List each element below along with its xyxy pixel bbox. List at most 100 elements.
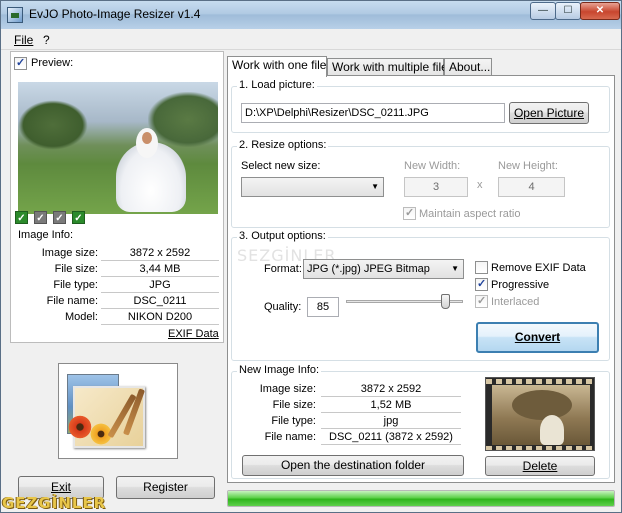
size-select[interactable]: ▼ bbox=[241, 177, 384, 197]
info-key: File type: bbox=[53, 279, 98, 291]
times-label: x bbox=[477, 179, 483, 191]
aspect-ratio-option[interactable]: Maintain aspect ratio bbox=[403, 206, 521, 220]
image-info-table: Image size: 3872 x 2592 File size: 3,44 MB… bbox=[15, 246, 219, 326]
menu-file-label: File bbox=[14, 33, 34, 47]
select-size-label: Select new size: bbox=[241, 160, 321, 172]
interlaced-option[interactable]: Interlaced bbox=[475, 294, 540, 308]
new-image-info-table: Image size: 3872 x 2592 File size: 1,52 MB… bbox=[246, 382, 466, 446]
image-info-label: Image Info: bbox=[18, 229, 74, 241]
app-window: EvJO Photo-Image Resizer v1.4 — ☐ ✕ File… bbox=[0, 0, 622, 513]
app-logo bbox=[58, 363, 178, 459]
convert-button[interactable]: Convert bbox=[476, 322, 599, 353]
info-key: Image size: bbox=[41, 247, 98, 259]
minimize-button[interactable]: — bbox=[530, 2, 556, 20]
progressive-checkbox[interactable] bbox=[475, 277, 488, 291]
tab-multiple-files[interactable]: Work with multiple files bbox=[327, 58, 454, 76]
menu-bar: File ? bbox=[1, 30, 621, 50]
conversion-progress-bar bbox=[227, 490, 615, 507]
window-title: EvJO Photo-Image Resizer v1.4 bbox=[29, 7, 201, 21]
new-info-value: DSC_0211 (3872 x 2592) bbox=[321, 430, 461, 445]
chevron-down-icon: ▼ bbox=[451, 264, 459, 273]
info-row: File name: DSC_0211 bbox=[15, 294, 219, 310]
info-value: 3872 x 2592 bbox=[101, 246, 219, 261]
new-info-key: File size: bbox=[272, 399, 316, 411]
left-panel: Preview: ✓ ✓ ✓ ✓ Image Info: Image size:… bbox=[10, 51, 224, 343]
new-info-row: File name: DSC_0211 (3872 x 2592) bbox=[246, 430, 466, 446]
chevron-down-icon: ▼ bbox=[371, 182, 379, 191]
progress-fill bbox=[228, 491, 614, 506]
info-row: Model: NIKON D200 bbox=[15, 310, 219, 326]
open-picture-button[interactable]: Open Picture bbox=[509, 102, 589, 124]
delete-button-label: Delete bbox=[522, 459, 558, 473]
progressive-label: Progressive bbox=[491, 278, 550, 291]
new-info-value: jpg bbox=[321, 414, 461, 429]
load-picture-title: 1. Load picture: bbox=[237, 79, 317, 91]
new-height-label: New Height: bbox=[498, 160, 558, 172]
quality-label: Quality: bbox=[264, 301, 302, 313]
remove-exif-label: Remove EXIF Data bbox=[491, 261, 586, 274]
menu-help[interactable]: ? bbox=[43, 33, 50, 47]
title-bar[interactable]: EvJO Photo-Image Resizer v1.4 — ☐ ✕ bbox=[1, 1, 621, 29]
info-value: JPG bbox=[101, 278, 219, 293]
new-info-value: 1,52 MB bbox=[321, 398, 461, 413]
new-info-key: File name: bbox=[264, 431, 316, 443]
convert-button-label: Convert bbox=[514, 330, 561, 344]
info-value: DSC_0211 bbox=[101, 294, 219, 309]
tab-about[interactable]: About... bbox=[444, 58, 492, 76]
file-path-field[interactable]: D:\XP\Delphi\Resizer\DSC_0211.JPG bbox=[241, 103, 505, 123]
format-select-value: JPG (*.jpg) JPEG Bitmap bbox=[307, 263, 430, 275]
remove-exif-option[interactable]: Remove EXIF Data bbox=[475, 261, 586, 274]
quality-slider-thumb[interactable] bbox=[440, 294, 450, 309]
info-row: File size: 3,44 MB bbox=[15, 262, 219, 278]
photo-check-4[interactable]: ✓ bbox=[72, 211, 85, 224]
aspect-ratio-label: Maintain aspect ratio bbox=[419, 207, 521, 220]
photo-check-row: ✓ ✓ ✓ ✓ bbox=[15, 211, 85, 224]
new-width-label: New Width: bbox=[404, 160, 461, 172]
open-picture-label: Open Picture bbox=[513, 106, 585, 120]
info-key: File name: bbox=[46, 295, 98, 307]
preview-toggle[interactable]: Preview: bbox=[14, 55, 73, 71]
quality-field[interactable]: 85 bbox=[307, 297, 339, 317]
info-key: File size: bbox=[54, 263, 98, 275]
new-info-key: File type: bbox=[271, 415, 316, 427]
menu-file[interactable]: File bbox=[14, 33, 33, 47]
new-width-field[interactable]: 3 bbox=[404, 177, 468, 197]
delete-button[interactable]: Delete bbox=[485, 456, 595, 476]
aspect-ratio-checkbox[interactable] bbox=[403, 206, 416, 220]
tab-one-file[interactable]: Work with one file bbox=[227, 56, 327, 77]
info-row: File type: JPG bbox=[15, 278, 219, 294]
register-button[interactable]: Register bbox=[116, 476, 215, 499]
format-select[interactable]: JPG (*.jpg) JPEG Bitmap ▼ bbox=[303, 259, 464, 279]
format-label: Format: bbox=[264, 263, 302, 275]
info-row: Image size: 3872 x 2592 bbox=[15, 246, 219, 262]
new-info-row: File type: jpg bbox=[246, 414, 466, 430]
remove-exif-checkbox[interactable] bbox=[475, 261, 488, 274]
watermark-logo: GEZGİNLER bbox=[2, 494, 107, 512]
photo-check-3[interactable]: ✓ bbox=[53, 211, 66, 224]
output-options-title: 3. Output options: bbox=[237, 230, 328, 242]
preview-label: Preview: bbox=[31, 57, 74, 69]
maximize-button[interactable]: ☐ bbox=[555, 2, 581, 20]
output-thumbnail bbox=[485, 377, 595, 451]
photo-check-2[interactable]: ✓ bbox=[34, 211, 47, 224]
app-icon[interactable] bbox=[7, 7, 23, 23]
resize-options-title: 2. Resize options: bbox=[237, 139, 329, 151]
info-value: NIKON D200 bbox=[101, 310, 219, 325]
new-info-row: Image size: 3872 x 2592 bbox=[246, 382, 466, 398]
new-info-row: File size: 1,52 MB bbox=[246, 398, 466, 414]
interlaced-label: Interlaced bbox=[491, 295, 540, 308]
preview-image bbox=[18, 82, 218, 214]
progressive-option[interactable]: Progressive bbox=[475, 277, 550, 291]
new-info-key: Image size: bbox=[259, 383, 316, 395]
preview-checkbox[interactable] bbox=[14, 56, 27, 70]
new-info-value: 3872 x 2592 bbox=[321, 382, 461, 397]
interlaced-checkbox[interactable] bbox=[475, 294, 488, 308]
close-button[interactable]: ✕ bbox=[580, 2, 620, 20]
new-height-field[interactable]: 4 bbox=[498, 177, 565, 197]
open-destination-folder-button[interactable]: Open the destination folder bbox=[242, 455, 464, 476]
photo-check-1[interactable]: ✓ bbox=[15, 211, 28, 224]
exif-data-link[interactable]: EXIF Data bbox=[168, 328, 219, 340]
info-key: Model: bbox=[64, 311, 98, 323]
exit-button-label: Exit bbox=[50, 480, 71, 494]
new-image-info-title: New Image Info: bbox=[237, 364, 322, 376]
